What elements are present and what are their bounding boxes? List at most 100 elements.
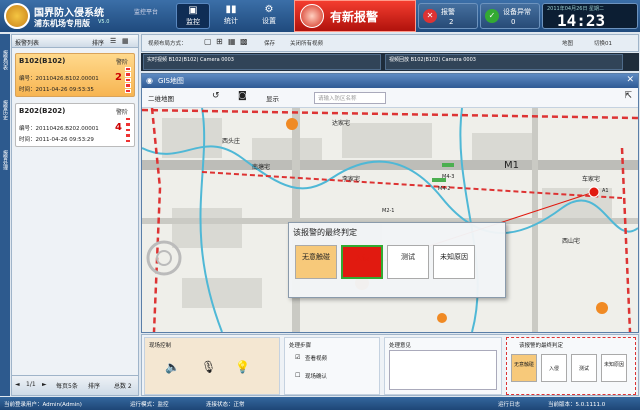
alarm-card-name: B202(B202): [19, 107, 66, 115]
map-button[interactable]: 地图: [562, 39, 573, 47]
video-strip: 实时视频 B102(B102) Camera 0003 视频回放 B102(B1…: [141, 53, 639, 71]
alarm-list-title: 报警列表: [15, 40, 40, 47]
map-label: 西头庄: [222, 138, 241, 145]
map-canvas[interactable]: 达家宅 西头庄 南塘宅 M1 车家宅 李家宅 西山宅 M4-3 M4-2 M2-…: [142, 108, 638, 332]
scene-control-label: 现场控制: [149, 343, 172, 349]
tab-alarm-process[interactable]: 报警处理: [1, 140, 9, 180]
nav-settings-button[interactable]: ⚙ 设置: [252, 3, 286, 29]
alarm-card[interactable]: B102(B102) 警阶 编号：20110426.B102.00001 时间：…: [15, 53, 135, 97]
alarm-card-time: 时间：2011-04-26 09:53:29: [19, 137, 94, 143]
mini-judge-label: 该报警的最终判定: [519, 343, 564, 349]
alarm-list-panel: 报警列表 排序 ☰ ▦ B102(B102) 警阶 编号：20110426.B1…: [11, 34, 139, 396]
map-label: M4-2: [438, 186, 451, 192]
per-page-select[interactable]: 每页5条: [56, 381, 78, 390]
alarm-list-pager: ◄ 1/1 ► 每页5条 排序 总数 2: [12, 375, 138, 395]
judge-accidental-button[interactable]: 无意触碰: [295, 245, 337, 279]
tab-alarm-history[interactable]: 报警历史: [1, 90, 9, 130]
app-subtitle: 浦东机场专用版: [34, 19, 90, 28]
alarm-list-header: 报警列表 排序 ☰ ▦: [12, 35, 138, 48]
save-button[interactable]: 保存: [264, 39, 275, 47]
light-bulb-icon[interactable]: 💡: [235, 360, 250, 374]
judge-unknown-button[interactable]: 未知原因: [433, 245, 475, 279]
map-label: M4-3: [442, 174, 455, 180]
close-icon[interactable]: ✕: [626, 75, 634, 85]
tab-alarm-list[interactable]: 报警列表: [1, 40, 9, 80]
layout-4-icon[interactable]: ⊞: [216, 37, 223, 46]
judge-test-button[interactable]: 测试: [387, 245, 429, 279]
alarm-level-bars: [125, 117, 131, 144]
sort-select[interactable]: 排序: [88, 381, 100, 390]
dialog-title: 该报警的最终判定: [293, 228, 357, 237]
nav-statistics-label: 统计: [224, 17, 238, 25]
alarm-card-status: 警阶: [115, 59, 128, 66]
left-vertical-tabs: 报警列表 报警历史 报警处理: [0, 34, 10, 396]
process-opinion-label: 处理意见: [389, 343, 412, 349]
total-count: 总数 2: [114, 383, 132, 390]
sort-button[interactable]: 排序: [92, 38, 104, 47]
video-tile-playback[interactable]: 视频回放 B102(B102) Camera 0003: [385, 54, 623, 70]
nav-monitor-button[interactable]: ▣ 监控: [176, 3, 210, 29]
gis-toolbar: 二维地图 ↺ ◙ 显示 请输入防区名称 ⇱: [142, 88, 638, 108]
map-label: M1: [504, 160, 519, 171]
video-toolbar: 视频布局方式： ▢ ⊞ ▦ ▩ 保存 关闭所有视频 地图 切换01: [141, 34, 639, 52]
map-mode-button[interactable]: 二维地图: [148, 93, 174, 103]
status-bar: 当前登录用户：Admin(Admin) 运行模式：监控 连接状态：正常 运行日志…: [0, 397, 640, 410]
run-log-button[interactable]: 运行日志: [498, 400, 520, 408]
alarm-card-status: 警阶: [115, 109, 128, 116]
video-tile-live[interactable]: 实时视频 B102(B102) Camera 0003: [143, 54, 381, 70]
switch-button[interactable]: 切换01: [594, 39, 612, 47]
clock-panel: 2011年04月26日 星期二 14:23: [542, 3, 638, 30]
microphone-icon[interactable]: 🎙: [201, 360, 216, 374]
device-error-counter[interactable]: ✓ 设备异常 0: [480, 3, 540, 29]
judge-intrusion-button[interactable]: 入侵: [341, 245, 383, 279]
close-all-video-button[interactable]: 关闭所有视频: [290, 39, 323, 47]
gear-icon: ⚙: [264, 4, 274, 15]
map-label: A1: [602, 188, 609, 194]
mini-accidental-button[interactable]: 无意触碰: [511, 354, 537, 382]
grid-view-icon[interactable]: ▦: [122, 37, 129, 45]
export-icon[interactable]: ⇱: [624, 91, 632, 101]
process-steps-label: 处理步骤: [289, 343, 312, 349]
layout-1-icon[interactable]: ▢: [204, 37, 212, 46]
gis-title: GIS地图: [142, 74, 638, 88]
system-logo: [4, 3, 30, 29]
platform-label: 监控平台: [134, 9, 159, 16]
alarm-counter-label: 报警: [441, 8, 455, 16]
check-icon: ✓: [485, 9, 499, 23]
layout-9-icon[interactable]: ▦: [228, 37, 236, 46]
mini-unknown-button[interactable]: 未知原因: [601, 354, 627, 382]
scene-confirm-label: 现场确认: [305, 374, 328, 380]
mini-intrusion-button[interactable]: 入侵: [541, 354, 567, 382]
undo-icon[interactable]: ↺: [212, 91, 220, 101]
device-error-label: 设备异常: [503, 8, 531, 16]
app-version: V5.0: [98, 19, 110, 25]
zone-search-input[interactable]: 请输入防区名称: [314, 92, 386, 104]
process-opinion-textarea[interactable]: [389, 350, 497, 390]
alarm-counter[interactable]: ✕ 报警 2: [418, 3, 478, 29]
video-layout-label: 视频布局方式：: [148, 41, 187, 47]
app-title: 国界防入侵系统: [34, 8, 104, 19]
display-dropdown[interactable]: 显示: [266, 93, 279, 103]
scene-confirm-checkbox[interactable]: ☐: [295, 372, 300, 379]
nav-monitor-label: 监控: [186, 18, 200, 26]
layout-16-icon[interactable]: ▩: [240, 37, 248, 46]
time-text: 14:23: [557, 11, 606, 30]
alarm-level-bars: [125, 67, 131, 94]
nav-statistics-button[interactable]: ▮▮ 统计: [214, 3, 248, 29]
mini-test-button[interactable]: 测试: [571, 354, 597, 382]
current-user: 当前登录用户：Admin(Admin): [4, 402, 82, 408]
speaker-icon[interactable]: 🔈: [165, 360, 180, 374]
alarm-card-id: 编号：20110426.B102.00001: [19, 76, 99, 82]
process-panel: 现场控制 🔈 🎙 💡 处理步骤 ☑ 查看视频 ☐ 现场确认 处理意见 该报警的最…: [141, 334, 639, 396]
alarm-card-count: 2: [115, 72, 122, 83]
process-steps-section: 处理步骤 ☑ 查看视频 ☐ 现场确认: [284, 337, 380, 395]
view-video-checkbox[interactable]: ☑: [295, 354, 300, 361]
list-view-icon[interactable]: ☰: [110, 37, 116, 45]
next-page-icon[interactable]: ►: [42, 381, 47, 388]
map-svg: [142, 108, 638, 332]
prev-page-icon[interactable]: ◄: [15, 381, 20, 388]
camera-icon[interactable]: ◙: [238, 91, 247, 101]
alarm-counter-value: 2: [449, 18, 454, 26]
alarm-card[interactable]: B202(B202) 警阶 编号：20110426.B202.00001 时间：…: [15, 103, 135, 147]
map-label: 南塘宅: [252, 164, 271, 171]
